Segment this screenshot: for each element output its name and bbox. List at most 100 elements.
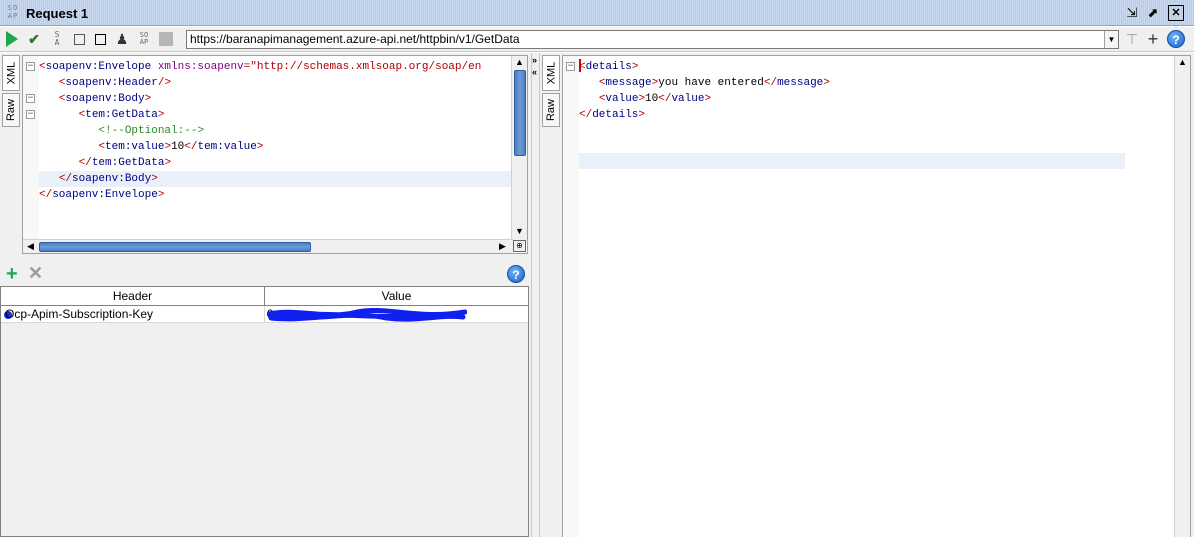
code-token: you have entered bbox=[658, 77, 764, 89]
code-token: soapenv:Envelope bbox=[52, 189, 158, 201]
response-editor[interactable]: − <details> <message>you have entered</m… bbox=[562, 55, 1191, 537]
add-icon[interactable]: + bbox=[1145, 29, 1161, 49]
code-token: 10 bbox=[645, 93, 659, 105]
code-line[interactable]: <soapenv:Envelope xmlns:soapenv="http://… bbox=[39, 59, 481, 75]
tab-raw[interactable]: Raw bbox=[2, 93, 20, 127]
stop-icon[interactable] bbox=[92, 31, 108, 47]
code-line[interactable]: </details> bbox=[579, 107, 830, 123]
code-token: </ bbox=[579, 109, 593, 121]
code-token: < bbox=[39, 61, 46, 73]
request-horizontal-scrollbar[interactable]: ◀ ▶ bbox=[23, 239, 513, 253]
maximize-icon[interactable]: ⬈ bbox=[1145, 5, 1161, 21]
restore-icon[interactable]: ⇲ bbox=[1124, 5, 1140, 21]
code-token: soapenv:Envelope bbox=[45, 61, 158, 73]
code-line[interactable]: </tem:GetData> bbox=[39, 155, 481, 171]
code-line[interactable]: <!--Optional:--> bbox=[39, 123, 481, 139]
code-token: > bbox=[157, 189, 165, 201]
code-line[interactable]: <value>10</value> bbox=[579, 91, 830, 107]
code-line[interactable]: </soapenv:Envelope> bbox=[39, 187, 481, 203]
code-line[interactable]: <soapenv:Body> bbox=[39, 91, 481, 107]
code-token: > bbox=[157, 109, 165, 121]
editor-gutter: − − − bbox=[23, 56, 39, 253]
soap-logo-icon: SO AP bbox=[7, 4, 19, 20]
tab-xml[interactable]: XML bbox=[2, 55, 20, 91]
code-line[interactable]: </soapenv:Body> bbox=[39, 171, 481, 187]
code-line[interactable]: <message>you have entered</message> bbox=[579, 75, 830, 91]
response-vertical-scrollbar[interactable]: ▲ bbox=[1174, 56, 1190, 537]
column-header[interactable]: Header bbox=[1, 287, 265, 306]
header-name-cell[interactable]: Ocp-Apim-Subscription-Key bbox=[3, 306, 265, 323]
fold-toggle-icon[interactable]: − bbox=[26, 110, 35, 119]
headers-help-icon[interactable]: ? bbox=[507, 265, 525, 283]
code-token: </ bbox=[39, 189, 53, 201]
code-token: > bbox=[151, 173, 158, 185]
help-icon[interactable]: ? bbox=[1167, 30, 1185, 48]
headers-toolbar: + ✕ ? bbox=[0, 263, 531, 287]
endpoint-url-input[interactable]: https://baranapimanagement.azure-api.net… bbox=[186, 30, 1119, 49]
fold-toggle-icon[interactable]: − bbox=[26, 62, 35, 71]
remove-header-icon[interactable]: ✕ bbox=[28, 263, 43, 283]
text-cursor bbox=[579, 59, 581, 72]
add-header-icon[interactable]: + bbox=[6, 264, 18, 284]
zoom-icon[interactable]: ⊕ bbox=[513, 240, 526, 252]
code-token: xmlns:soapenv bbox=[157, 61, 244, 73]
tab-xml[interactable]: XML bbox=[542, 55, 560, 91]
code-token: </ bbox=[184, 141, 198, 153]
collapse-left-icon[interactable]: « bbox=[532, 67, 537, 77]
request-xml[interactable]: <soapenv:Envelope xmlns:soapenv="http://… bbox=[39, 59, 481, 203]
code-token: details bbox=[585, 61, 632, 73]
soap-small-icon[interactable]: SO AP bbox=[136, 31, 152, 47]
check-icon[interactable]: ✔ bbox=[26, 31, 42, 47]
code-token: > bbox=[638, 109, 646, 121]
code-token: > bbox=[164, 157, 172, 169]
vertical-scroll-thumb[interactable] bbox=[514, 70, 526, 156]
fold-toggle-icon[interactable]: − bbox=[26, 94, 35, 103]
code-token: value bbox=[605, 93, 639, 105]
current-line-highlight bbox=[579, 153, 1125, 169]
code-line[interactable]: <soapenv:Header/> bbox=[39, 75, 481, 91]
tab-raw[interactable]: Raw bbox=[542, 93, 560, 127]
code-token: </ bbox=[763, 77, 778, 89]
code-line[interactable]: <tem:value>10</tem:value> bbox=[39, 139, 481, 155]
redaction-scribble bbox=[267, 308, 467, 322]
code-token: details bbox=[592, 109, 639, 121]
code-token: tem:GetData bbox=[85, 109, 158, 121]
window-title: Request 1 bbox=[26, 6, 89, 21]
filter-icon[interactable]: ⊤ bbox=[1124, 31, 1140, 47]
soap-icon[interactable]: SA bbox=[49, 31, 65, 47]
code-token: tem:GetData bbox=[91, 157, 165, 169]
close-icon[interactable]: ✕ bbox=[1168, 5, 1184, 21]
collapse-right-icon[interactable]: » bbox=[532, 55, 537, 65]
panel-splitter[interactable]: » « bbox=[531, 53, 540, 537]
code-token: > bbox=[256, 141, 264, 153]
play-icon[interactable] bbox=[4, 31, 20, 47]
request-vertical-scrollbar[interactable]: ▲ ▼ bbox=[511, 56, 527, 241]
code-token: tem:value bbox=[105, 141, 165, 153]
code-token: > bbox=[631, 61, 639, 73]
horizontal-scroll-thumb[interactable] bbox=[39, 242, 311, 252]
response-xml[interactable]: <details> <message>you have entered</mes… bbox=[579, 59, 830, 123]
grey-square-icon[interactable] bbox=[158, 31, 174, 47]
request-view-tabs: XML Raw bbox=[2, 55, 22, 129]
code-token: message bbox=[605, 77, 652, 89]
column-value[interactable]: Value bbox=[265, 287, 528, 306]
user-icon[interactable]: ♟ bbox=[114, 31, 130, 47]
square-icon[interactable] bbox=[71, 31, 87, 47]
request-editor[interactable]: − − − <soapenv:Envelope xmlns:soapenv="htt… bbox=[22, 55, 528, 254]
title-bar: SO AP Request 1 ⇲ ⬈ ✕ bbox=[0, 0, 1194, 26]
response-panel: XML Raw − <details> <message>you have en… bbox=[540, 53, 1194, 537]
code-line[interactable]: <details> bbox=[579, 59, 830, 75]
code-line[interactable]: <tem:GetData> bbox=[39, 107, 481, 123]
code-token: tem:value bbox=[197, 141, 257, 153]
code-token: > bbox=[704, 93, 712, 105]
editor-gutter: − bbox=[563, 56, 579, 537]
response-view-tabs: XML Raw bbox=[542, 55, 562, 129]
fold-toggle-icon[interactable]: − bbox=[566, 62, 575, 71]
url-dropdown-icon[interactable]: ▼ bbox=[1104, 31, 1118, 48]
table-row[interactable]: Ocp-Apim-Subscription-Key 9 bbox=[1, 306, 528, 323]
